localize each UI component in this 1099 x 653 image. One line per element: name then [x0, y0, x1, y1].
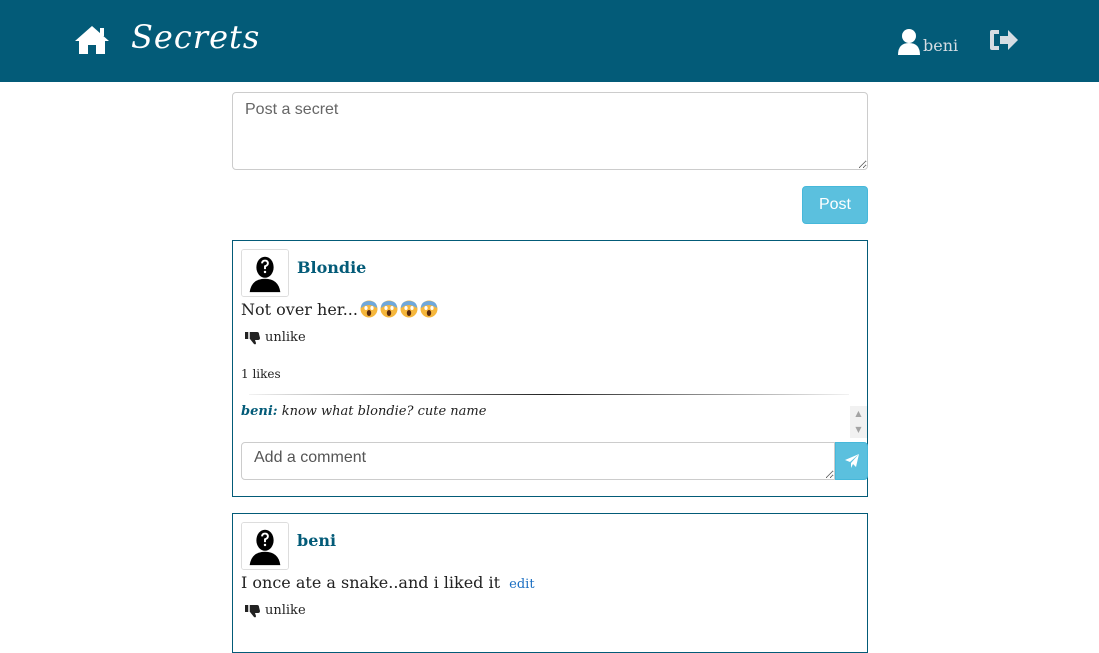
secret-card: Blondie Not over her...😱😱😱😱 unlike 1 lik… — [232, 240, 868, 497]
user-icon — [898, 29, 920, 55]
user-profile-link[interactable]: beni — [897, 26, 958, 56]
thumbs-down-icon — [245, 604, 260, 617]
secret-input[interactable] — [232, 92, 868, 170]
logout-icon[interactable] — [989, 28, 1019, 52]
paper-plane-icon — [844, 454, 859, 468]
unlike-label: unlike — [265, 603, 306, 618]
scream-emoji-icon: 😱 — [380, 300, 398, 318]
secret-text-body: I once ate a snake..and i liked it — [241, 573, 501, 592]
top-navbar: Secrets beni — [0, 0, 1099, 82]
scroll-down-arrow-icon[interactable]: ▼ — [850, 422, 867, 438]
scream-emoji-icon: 😱 — [400, 300, 418, 318]
emoji-row: 😱😱😱😱 — [360, 300, 438, 318]
secret-text: Not over her...😱😱😱😱 — [241, 300, 438, 319]
divider — [249, 394, 849, 395]
comments-scrollbar[interactable]: ▲ ▼ — [850, 406, 867, 438]
post-author[interactable]: Blondie — [297, 258, 366, 277]
send-comment-button[interactable] — [835, 442, 868, 480]
edit-link[interactable]: edit — [509, 577, 534, 592]
comments-list: beni: know what blondie? cute name — [241, 404, 867, 442]
brand-title[interactable]: Secrets — [131, 18, 260, 56]
comment: beni: know what blondie? cute name — [241, 404, 867, 419]
unlike-button[interactable]: unlike — [245, 603, 306, 618]
unlike-label: unlike — [265, 330, 306, 345]
avatar — [241, 522, 289, 570]
scream-emoji-icon: 😱 — [420, 300, 438, 318]
likes-count: 1 likes — [241, 367, 281, 381]
post-button[interactable]: Post — [802, 186, 868, 224]
post-author[interactable]: beni — [297, 531, 336, 550]
comment-input[interactable] — [241, 442, 835, 480]
secret-text: I once ate a snake..and i liked it edit — [241, 573, 535, 592]
comment-author: beni: — [241, 404, 278, 419]
scream-emoji-icon: 😱 — [360, 300, 378, 318]
avatar — [241, 249, 289, 297]
scroll-up-arrow-icon[interactable]: ▲ — [850, 406, 867, 422]
home-icon[interactable] — [73, 24, 111, 56]
secret-text-body: Not over her... — [241, 300, 358, 319]
secret-card: beni I once ate a snake..and i liked it … — [232, 513, 868, 653]
comment-text: know what blondie? cute name — [281, 404, 487, 419]
user-name: beni — [923, 36, 959, 55]
thumbs-down-icon — [245, 331, 260, 344]
unlike-button[interactable]: unlike — [245, 330, 306, 345]
